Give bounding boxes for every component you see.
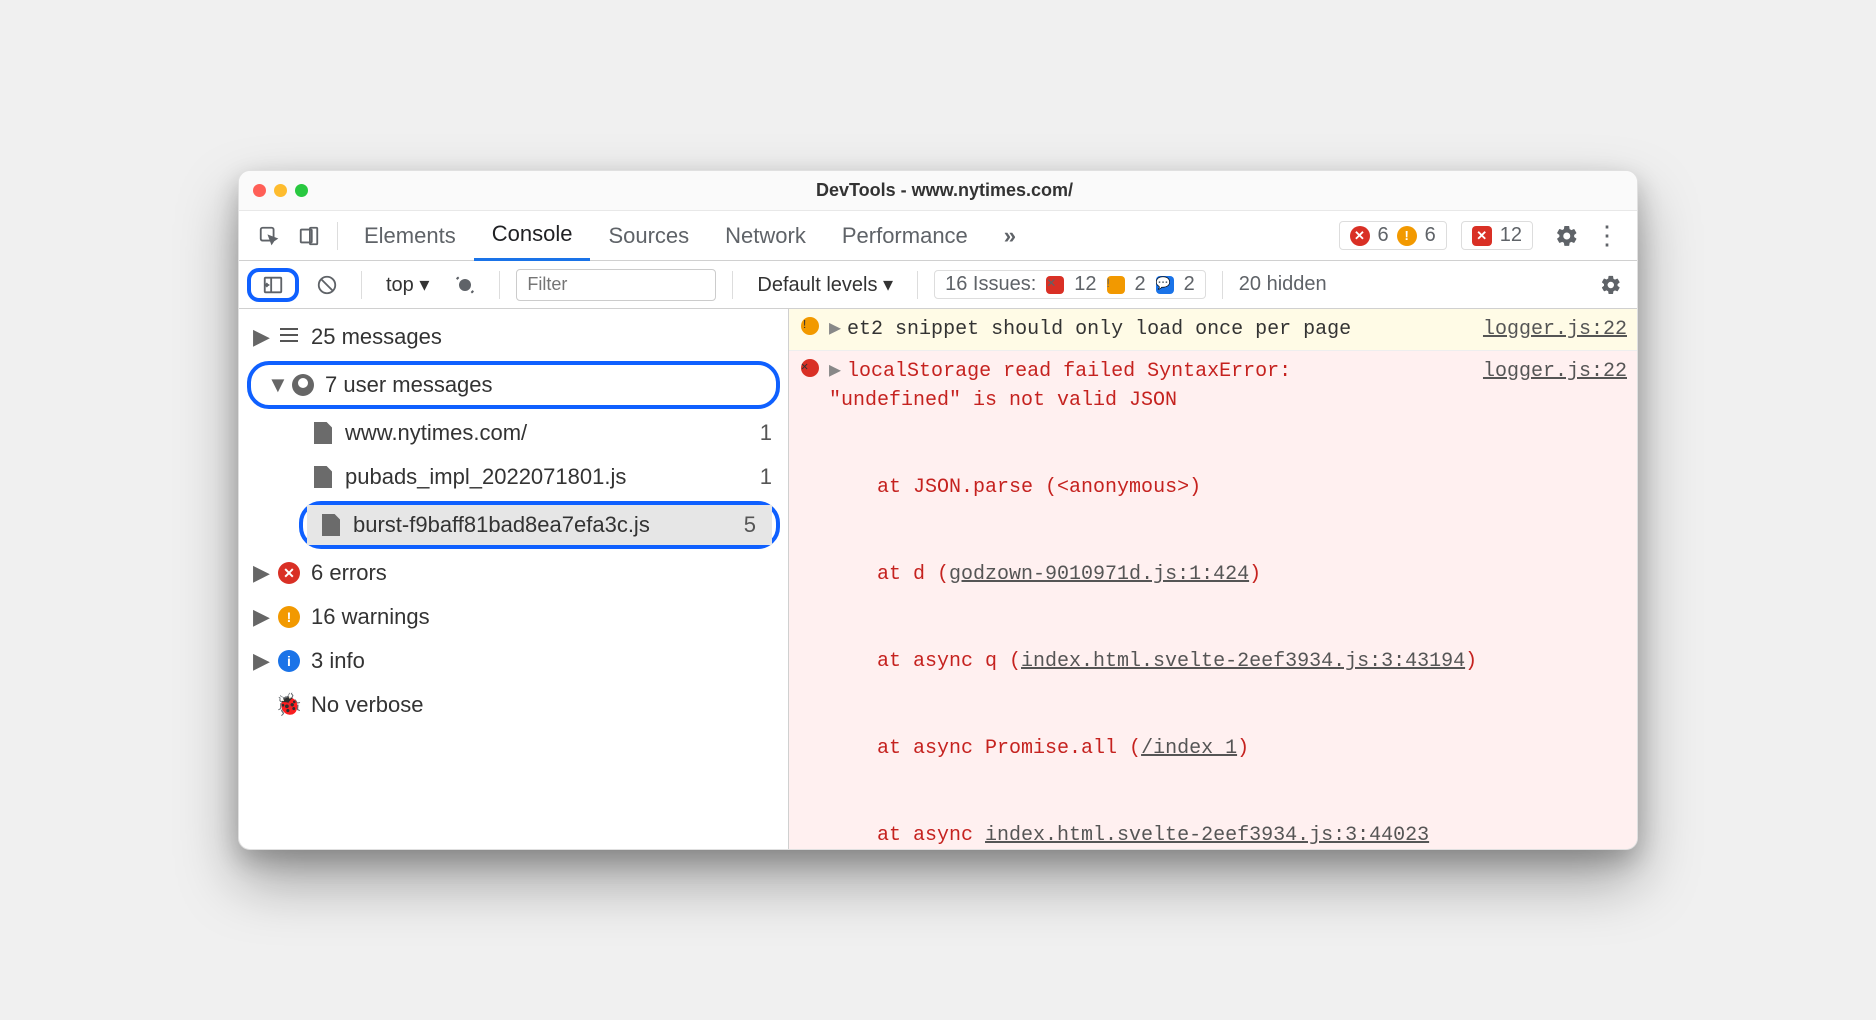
file-name: burst-f9baff81bad8ea7efa3c.js bbox=[353, 512, 650, 538]
issues-label: 16 Issues: bbox=[945, 273, 1036, 296]
error-warning-badge[interactable]: ✕ 6 ! 6 bbox=[1339, 221, 1447, 250]
log-source-link[interactable]: logger.js:22 bbox=[1471, 315, 1627, 344]
panel-tabs: Elements Console Sources Network Perform… bbox=[239, 211, 1637, 261]
error-count: 6 bbox=[1378, 224, 1389, 247]
user-messages-highlight: ▼ 7 user messages bbox=[247, 361, 780, 409]
console-toolbar: top Default levels 16 Issues: ✕12 !2 💬2 … bbox=[239, 261, 1637, 309]
list-icon bbox=[280, 328, 298, 346]
tab-network[interactable]: Network bbox=[707, 211, 824, 261]
log-text: et2 snippet should only load once per pa… bbox=[847, 318, 1351, 341]
file-icon bbox=[314, 466, 332, 488]
error-square-icon: ✕ bbox=[1472, 226, 1492, 246]
log-entry-warning[interactable]: ! ▶ et2 snippet should only load once per… bbox=[789, 309, 1637, 351]
info-icon: i bbox=[278, 650, 300, 672]
clear-console-icon[interactable] bbox=[309, 274, 345, 296]
log-source-link[interactable]: logger.js:22 bbox=[1471, 357, 1627, 386]
error-icon: ✕ bbox=[1350, 226, 1370, 246]
expand-arrow-icon: ▶ bbox=[253, 604, 267, 630]
settings-icon[interactable] bbox=[1547, 224, 1587, 248]
console-main: ▶ 25 messages ▼ 7 user messages www.nyti… bbox=[239, 309, 1637, 849]
sidebar-item-verbose[interactable]: ▶ 🐞 No verbose bbox=[239, 683, 788, 727]
kebab-menu-icon[interactable]: ⋮ bbox=[1587, 220, 1627, 251]
expand-caret-icon[interactable]: ▶ bbox=[829, 318, 841, 341]
bug-icon: 🐞 bbox=[278, 694, 300, 716]
inspect-element-icon[interactable] bbox=[249, 225, 289, 247]
log-entry-error[interactable]: ✕ ▶ localStorage read failed SyntaxError:… bbox=[789, 351, 1637, 849]
error-icon: ✕ bbox=[278, 562, 300, 584]
expand-caret-icon[interactable]: ▶ bbox=[829, 360, 841, 383]
selected-file-highlight: burst-f9baff81bad8ea7efa3c.js 5 bbox=[299, 501, 780, 549]
file-icon bbox=[314, 422, 332, 444]
sidebar-item-label: 25 messages bbox=[311, 324, 442, 350]
sidebar-item-info[interactable]: ▶ i 3 info bbox=[239, 639, 788, 683]
issues-summary[interactable]: 16 Issues: ✕12 !2 💬2 bbox=[934, 270, 1206, 299]
file-count: 5 bbox=[744, 512, 762, 538]
toggle-sidebar-icon[interactable] bbox=[255, 274, 291, 296]
error-icon: ✕ bbox=[801, 359, 819, 377]
log-text: localStorage read failed SyntaxError: bbox=[847, 360, 1291, 383]
log-levels-dropdown[interactable]: Default levels bbox=[749, 270, 901, 299]
tab-console[interactable]: Console bbox=[474, 211, 591, 261]
stack-link[interactable]: /index 1 bbox=[1141, 737, 1237, 760]
issues-count: 12 bbox=[1500, 224, 1522, 247]
window-title: DevTools - www.nytimes.com/ bbox=[266, 180, 1623, 201]
stack-link[interactable]: index.html.svelte-2eef3934.js:3:43194 bbox=[1021, 650, 1465, 673]
expand-arrow-icon: ▶ bbox=[253, 648, 267, 674]
sidebar-item-errors[interactable]: ▶ ✕ 6 errors bbox=[239, 551, 788, 595]
tab-performance[interactable]: Performance bbox=[824, 211, 986, 261]
sidebar-file-item[interactable]: www.nytimes.com/ 1 bbox=[239, 411, 788, 455]
issues-badge[interactable]: ✕ 12 bbox=[1461, 221, 1533, 250]
info-square-icon: 💬 bbox=[1156, 276, 1174, 294]
file-count: 1 bbox=[760, 420, 778, 446]
titlebar: DevTools - www.nytimes.com/ bbox=[239, 171, 1637, 211]
sidebar-item-warnings[interactable]: ▶ ! 16 warnings bbox=[239, 595, 788, 639]
sidebar-item-label: 3 info bbox=[311, 648, 365, 674]
file-count: 1 bbox=[760, 464, 778, 490]
person-icon bbox=[292, 374, 314, 396]
collapse-arrow-icon: ▼ bbox=[267, 372, 281, 398]
sidebar-item-label: 7 user messages bbox=[325, 372, 493, 398]
warning-count: 6 bbox=[1425, 224, 1436, 247]
warning-icon: ! bbox=[278, 606, 300, 628]
sidebar-file-item-selected[interactable]: burst-f9baff81bad8ea7efa3c.js 5 bbox=[307, 505, 772, 545]
file-name: www.nytimes.com/ bbox=[345, 420, 527, 446]
context-selector[interactable]: top bbox=[378, 270, 437, 299]
stack-link[interactable]: godzown-9010971d.js:1:424 bbox=[949, 563, 1249, 586]
expand-arrow-icon: ▶ bbox=[253, 324, 267, 350]
sidebar-item-label: 6 errors bbox=[311, 560, 387, 586]
sidebar-file-item[interactable]: pubads_impl_2022071801.js 1 bbox=[239, 455, 788, 499]
stack-link[interactable]: index.html.svelte-2eef3934.js:3:44023 bbox=[985, 824, 1429, 847]
divider bbox=[337, 222, 338, 250]
file-name: pubads_impl_2022071801.js bbox=[345, 464, 626, 490]
error-square-icon: ✕ bbox=[1046, 276, 1064, 294]
log-text: "undefined" is not valid JSON bbox=[829, 386, 1463, 415]
device-toggle-icon[interactable] bbox=[289, 225, 329, 247]
sidebar-item-user-messages[interactable]: ▼ 7 user messages bbox=[255, 365, 772, 405]
hidden-count[interactable]: 20 hidden bbox=[1239, 273, 1327, 296]
console-log-pane: ! ▶ et2 snippet should only load once per… bbox=[789, 309, 1637, 849]
console-settings-icon[interactable] bbox=[1593, 274, 1629, 296]
tabs-overflow[interactable]: » bbox=[986, 211, 1034, 261]
live-expression-icon[interactable] bbox=[447, 273, 483, 297]
warning-icon: ! bbox=[1397, 226, 1417, 246]
filter-input[interactable] bbox=[516, 269, 716, 301]
tab-elements[interactable]: Elements bbox=[346, 211, 474, 261]
warning-icon: ! bbox=[801, 317, 819, 335]
toggle-sidebar-highlight bbox=[247, 268, 299, 302]
sidebar-item-label: No verbose bbox=[311, 692, 424, 718]
tab-sources[interactable]: Sources bbox=[590, 211, 707, 261]
sidebar-item-messages[interactable]: ▶ 25 messages bbox=[239, 315, 788, 359]
sidebar-item-label: 16 warnings bbox=[311, 604, 430, 630]
file-icon bbox=[322, 514, 340, 536]
expand-arrow-icon: ▶ bbox=[253, 560, 267, 586]
warning-square-icon: ! bbox=[1107, 276, 1125, 294]
stack-trace: at JSON.parse (<anonymous>) at d (godzow… bbox=[829, 415, 1463, 849]
console-sidebar: ▶ 25 messages ▼ 7 user messages www.nyti… bbox=[239, 309, 789, 849]
devtools-window: DevTools - www.nytimes.com/ Elements Con… bbox=[238, 170, 1638, 850]
close-window-button[interactable] bbox=[253, 184, 266, 197]
